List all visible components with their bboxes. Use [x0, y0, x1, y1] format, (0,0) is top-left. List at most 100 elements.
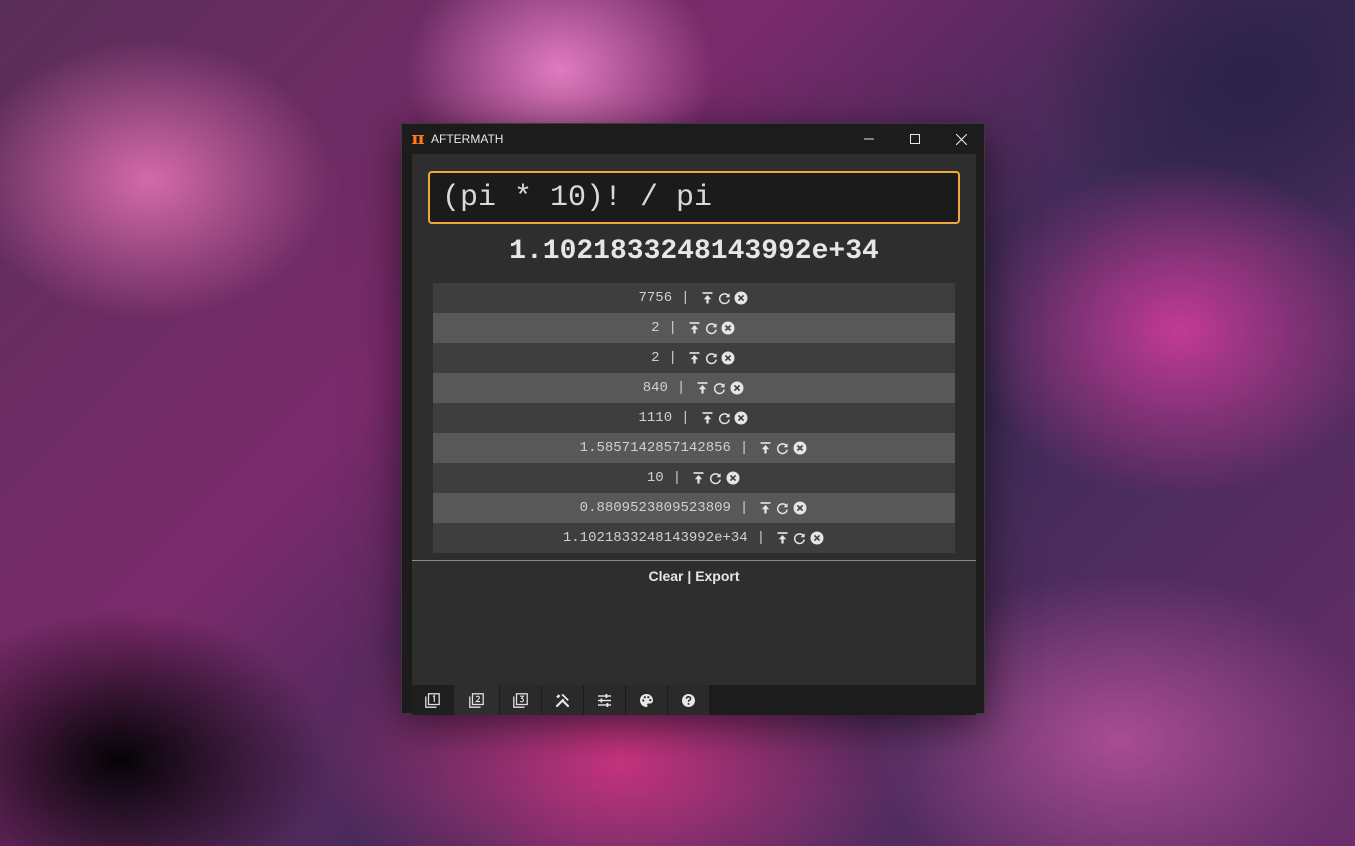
tab-1-icon — [425, 692, 440, 708]
history-value[interactable]: 1.5857142857142856 — [580, 440, 731, 456]
remove-button[interactable] — [728, 380, 745, 397]
history-row: 1.1021833248143992e+34 | — [433, 523, 955, 553]
palette-icon — [640, 693, 653, 707]
recalculate-button[interactable] — [707, 470, 724, 487]
window-controls — [846, 124, 984, 154]
export-button[interactable]: Export — [695, 568, 739, 584]
move-to-top-button[interactable] — [686, 320, 703, 337]
remove-button[interactable] — [720, 320, 737, 337]
tab-2-icon — [469, 692, 484, 708]
remove-icon — [730, 381, 744, 395]
history-value[interactable]: 10 — [647, 470, 664, 486]
remove-icon — [793, 441, 807, 455]
recalculate-button[interactable] — [711, 380, 728, 397]
title-bar[interactable]: π AFTERMATH — [402, 124, 984, 154]
history-separator: | — [668, 350, 677, 366]
history-row: 1110 | — [433, 403, 955, 433]
remove-icon — [734, 291, 748, 305]
history-separator: | — [681, 410, 690, 426]
recalculate-button[interactable] — [703, 320, 720, 337]
history-value[interactable]: 2 — [651, 320, 659, 336]
maximize-icon — [910, 134, 920, 144]
history-separator: | — [668, 320, 677, 336]
move-to-top-button[interactable] — [686, 350, 703, 367]
recalculate-button[interactable] — [716, 290, 733, 307]
move-to-top-button[interactable] — [774, 530, 791, 547]
move-to-top-button[interactable] — [699, 410, 716, 427]
recalculate-icon — [777, 502, 789, 514]
help-icon — [682, 693, 695, 707]
close-icon — [955, 133, 967, 145]
recalculate-button[interactable] — [774, 440, 791, 457]
history-value[interactable]: 2 — [651, 350, 659, 366]
history-row: 1.5857142857142856 | — [433, 433, 955, 463]
history-separator: | — [756, 530, 766, 546]
history-row: 2 | — [433, 313, 955, 343]
recalculate-icon — [718, 292, 730, 304]
move-to-top-button[interactable] — [690, 470, 707, 487]
recalculate-icon — [794, 532, 806, 544]
history-row: 10 | — [433, 463, 955, 493]
move-to-top-icon — [702, 412, 712, 424]
remove-button[interactable] — [720, 350, 737, 367]
minimize-icon — [864, 138, 874, 140]
actions-separator: | — [687, 568, 692, 584]
move-to-top-button[interactable] — [757, 440, 774, 457]
history-list: 7756 | 2 | 2 | 840 | 1110 | 1.5857142857142856 | 10 |… — [433, 283, 955, 553]
maximize-button[interactable] — [892, 124, 938, 154]
recalculate-button[interactable] — [791, 530, 808, 547]
recalculate-button[interactable] — [774, 500, 791, 517]
history-value[interactable]: 1110 — [638, 410, 672, 426]
tab-3-icon — [513, 692, 528, 708]
recalculate-icon — [705, 322, 717, 334]
remove-button[interactable] — [724, 470, 741, 487]
tab-3[interactable] — [500, 685, 541, 715]
remove-icon — [810, 531, 824, 545]
tab-bar — [412, 685, 976, 715]
history-value[interactable]: 1.1021833248143992e+34 — [563, 530, 748, 546]
tab-help[interactable] — [668, 685, 709, 715]
app-window: π AFTERMATH 1.1021833248143992e+34 7756 |… — [401, 123, 985, 715]
history-value[interactable]: 0.8809523809523809 — [580, 500, 731, 516]
recalculate-icon — [777, 442, 789, 454]
history-separator: | — [739, 440, 749, 456]
remove-button[interactable] — [791, 440, 808, 457]
tab-theme[interactable] — [626, 685, 667, 715]
sliders-icon — [598, 693, 611, 707]
clear-button[interactable]: Clear — [648, 568, 683, 584]
window-title: AFTERMATH — [431, 132, 504, 146]
history-row: 840 | — [433, 373, 955, 403]
remove-icon — [793, 501, 807, 515]
tab-tools[interactable] — [542, 685, 583, 715]
remove-icon — [726, 471, 740, 485]
remove-button[interactable] — [808, 530, 825, 547]
history-value[interactable]: 840 — [643, 380, 668, 396]
remove-button[interactable] — [733, 290, 750, 307]
move-to-top-button[interactable] — [694, 380, 711, 397]
history-separator: | — [739, 500, 749, 516]
history-separator: | — [681, 290, 690, 306]
history-value[interactable]: 7756 — [638, 290, 672, 306]
expression-input[interactable] — [428, 171, 960, 224]
history-separator: | — [672, 470, 682, 486]
tab-settings[interactable] — [584, 685, 625, 715]
history-row: 2 | — [433, 343, 955, 373]
tab-1[interactable] — [412, 685, 453, 715]
move-to-top-button[interactable] — [699, 290, 716, 307]
history-actions: Clear | Export — [412, 568, 976, 584]
recalculate-icon — [714, 382, 726, 394]
close-button[interactable] — [938, 124, 984, 154]
divider — [412, 560, 976, 561]
tab-2[interactable] — [454, 685, 499, 715]
move-to-top-icon — [689, 352, 700, 364]
move-to-top-icon — [693, 472, 704, 484]
remove-icon — [721, 351, 735, 365]
minimize-button[interactable] — [846, 124, 892, 154]
move-to-top-button[interactable] — [757, 500, 774, 517]
remove-button[interactable] — [733, 410, 750, 427]
remove-button[interactable] — [791, 500, 808, 517]
recalculate-button[interactable] — [716, 410, 733, 427]
recalculate-button[interactable] — [703, 350, 720, 367]
calculator-panel: 1.1021833248143992e+34 7756|2|2|840|1110… — [412, 154, 976, 685]
history-row: 0.8809523809523809 | — [433, 493, 955, 523]
